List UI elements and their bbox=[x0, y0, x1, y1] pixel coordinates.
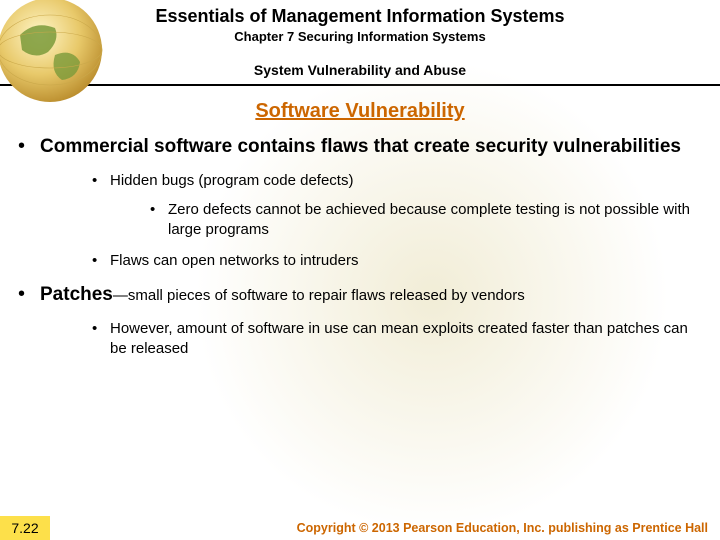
bullet-level2: Hidden bugs (program code defects) Zero … bbox=[92, 171, 692, 240]
slide-footer: 7.22 Copyright © 2013 Pearson Education,… bbox=[0, 516, 720, 540]
slide-topic-heading: Software Vulnerability bbox=[0, 100, 720, 123]
slide-number: 7.22 bbox=[0, 516, 50, 540]
bullet-text: Zero defects cannot be achieved because … bbox=[168, 201, 690, 238]
bullet-level2: However, amount of software in use can m… bbox=[92, 319, 692, 358]
bullet-text: Commercial software contains flaws that … bbox=[40, 135, 692, 159]
bullet-text: Hidden bugs (program code defects) bbox=[110, 172, 353, 189]
slide-header: Essentials of Management Information Sys… bbox=[0, 0, 720, 78]
bullet-level1: Patches—small pieces of software to repa… bbox=[40, 283, 692, 359]
chapter-label: Chapter 7 Securing Information Systems bbox=[0, 29, 720, 44]
bullet-text: Patches—small pieces of software to repa… bbox=[40, 283, 692, 308]
bullet-level1: Commercial software contains flaws that … bbox=[40, 135, 692, 271]
bullet-level2: Flaws can open networks to intruders bbox=[92, 251, 692, 271]
bullet-bold-term: Patches bbox=[40, 284, 113, 305]
bullet-rest: —small pieces of software to repair flaw… bbox=[113, 287, 525, 304]
copyright-text: Copyright © 2013 Pearson Education, Inc.… bbox=[50, 521, 720, 535]
book-title: Essentials of Management Information Sys… bbox=[0, 6, 720, 27]
bullet-text: However, amount of software in use can m… bbox=[110, 320, 688, 357]
slide-body: Commercial software contains flaws that … bbox=[0, 135, 720, 358]
bullet-level3: Zero defects cannot be achieved because … bbox=[150, 200, 692, 239]
section-label: System Vulnerability and Abuse bbox=[0, 62, 720, 78]
bullet-text: Flaws can open networks to intruders bbox=[110, 252, 358, 269]
